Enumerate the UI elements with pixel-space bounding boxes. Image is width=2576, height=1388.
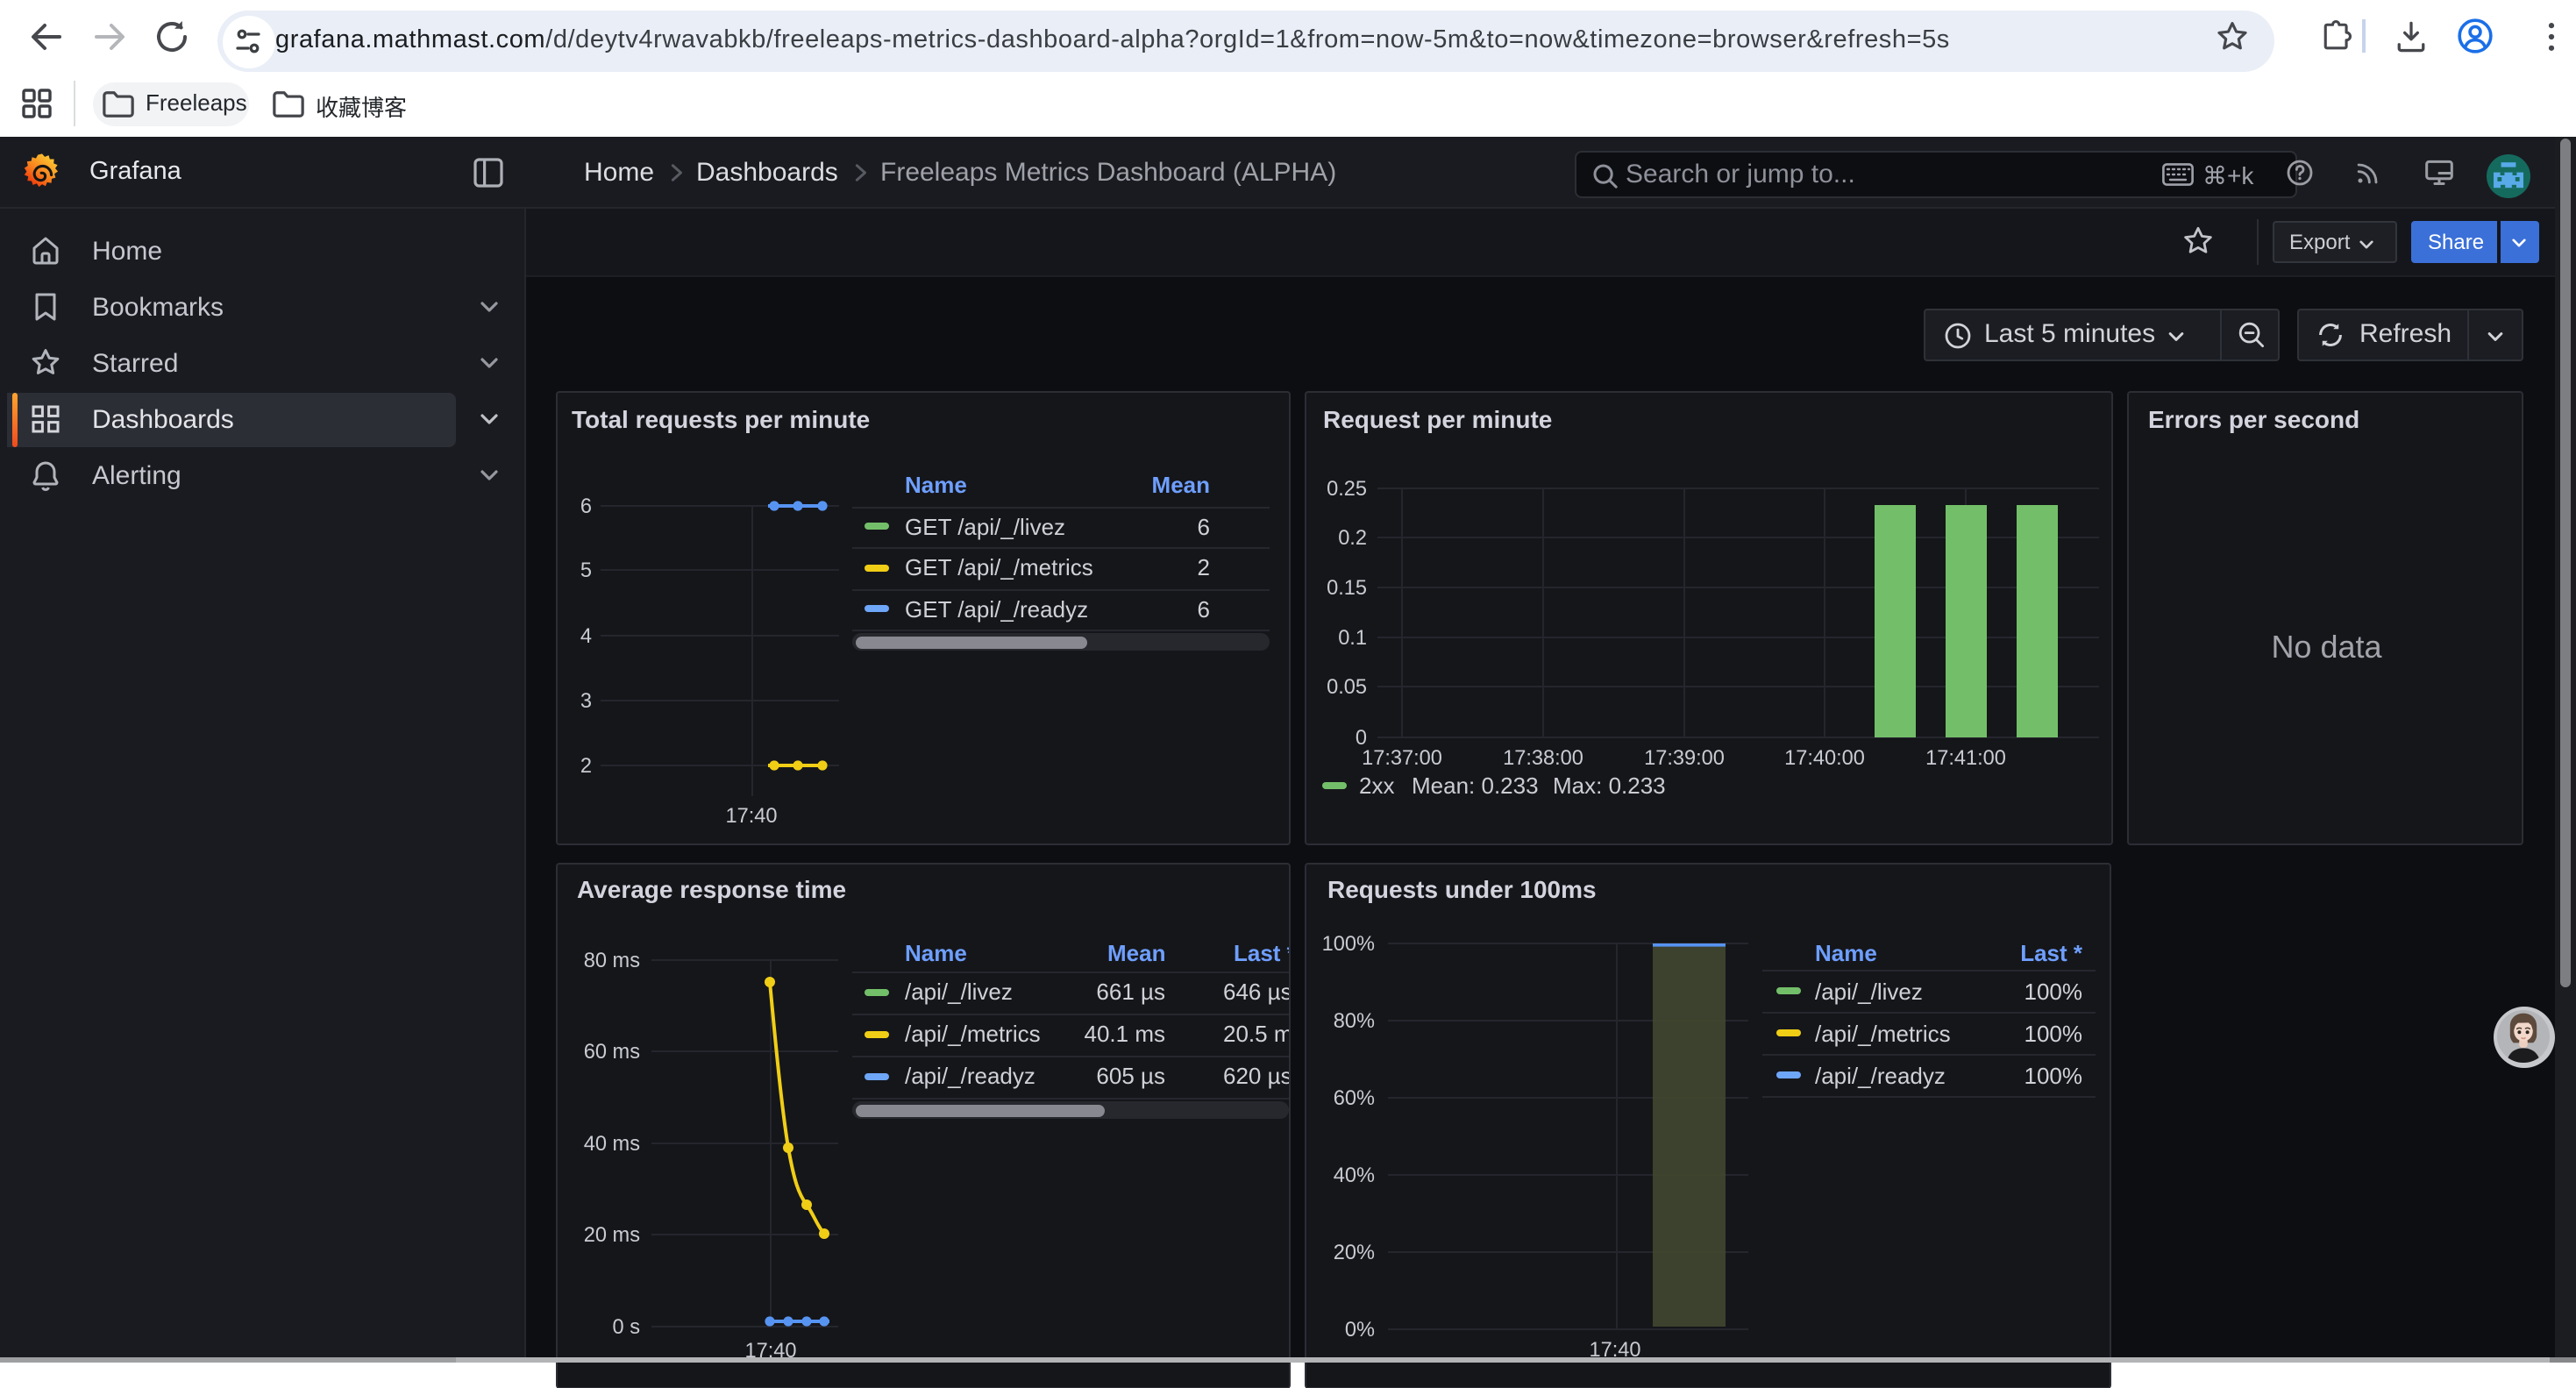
svg-text:4: 4	[580, 625, 591, 648]
svg-text:5: 5	[580, 559, 591, 582]
svg-text:100%: 100%	[1322, 932, 1375, 955]
svg-text:0.2: 0.2	[1338, 527, 1367, 550]
svg-text:Max: 0.233: Max: 0.233	[1553, 772, 1666, 799]
svg-text:60%: 60%	[1334, 1086, 1375, 1109]
svg-text:0%: 0%	[1345, 1318, 1375, 1341]
svg-text:17:39:00: 17:39:00	[1644, 747, 1725, 770]
svg-text:17:37:00: 17:37:00	[1362, 747, 1442, 770]
svg-text:3: 3	[580, 690, 591, 713]
svg-text:80 ms: 80 ms	[583, 949, 639, 972]
svg-text:2xx: 2xx	[1359, 772, 1394, 799]
svg-text:6: 6	[580, 495, 591, 518]
svg-text:80%: 80%	[1334, 1009, 1375, 1032]
svg-text:0.25: 0.25	[1327, 478, 1367, 501]
svg-text:0.15: 0.15	[1327, 577, 1367, 600]
svg-text:20 ms: 20 ms	[583, 1223, 639, 1246]
svg-text:40%: 40%	[1334, 1164, 1375, 1186]
svg-text:0.05: 0.05	[1327, 676, 1367, 699]
svg-text:0 s: 0 s	[612, 1315, 639, 1338]
svg-text:20%: 20%	[1334, 1241, 1375, 1263]
svg-text:17:40: 17:40	[724, 805, 776, 828]
svg-text:2: 2	[580, 755, 591, 778]
svg-text:0.1: 0.1	[1338, 627, 1367, 650]
svg-text:Mean: 0.233: Mean: 0.233	[1412, 772, 1539, 799]
svg-text:17:40:00: 17:40:00	[1784, 747, 1865, 770]
svg-text:40 ms: 40 ms	[583, 1132, 639, 1155]
svg-text:60 ms: 60 ms	[583, 1040, 639, 1063]
svg-text:17:41:00: 17:41:00	[1925, 747, 2006, 770]
svg-text:17:38:00: 17:38:00	[1503, 747, 1583, 770]
